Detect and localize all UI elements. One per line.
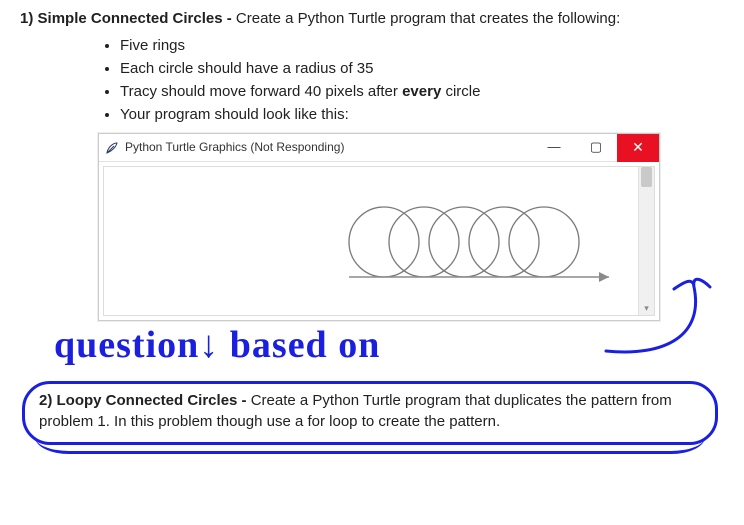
q1-b3-pre: Tracy should move forward 40 pixels afte… <box>120 83 402 100</box>
turtle-circle <box>349 207 419 277</box>
q1-bullet-1: Five rings <box>120 35 724 56</box>
q1-b3-strong: every <box>402 83 441 100</box>
q2-title: Loopy Connected Circles - <box>57 392 247 409</box>
turtle-circle <box>389 207 459 277</box>
q2-number: 2) <box>39 392 52 409</box>
q1-b3-post: circle <box>441 83 480 100</box>
q1-intro: Create a Python Turtle program that crea… <box>236 10 620 27</box>
turtle-circle <box>469 207 539 277</box>
scroll-thumb[interactable] <box>641 167 652 187</box>
question-1: 1) Simple Connected Circles - Create a P… <box>20 8 724 29</box>
window-minimize-button[interactable]: — <box>533 134 575 162</box>
handwriting-text: question↓ based on <box>54 324 380 366</box>
q1-following: Five rings Each circle should have a rad… <box>62 35 724 125</box>
turtle-arrow-head-icon <box>599 272 609 282</box>
window-close-button[interactable]: ✕ <box>617 134 659 162</box>
handwriting-annotation: question↓ based on <box>30 325 730 381</box>
q1-bullet-4: Your program should look like this: <box>120 104 724 125</box>
turtle-circle <box>429 207 499 277</box>
turtle-window-title: Python Turtle Graphics (Not Responding) <box>125 139 344 156</box>
q1-bullet-2: Each circle should have a radius of 35 <box>120 58 724 79</box>
question-2-circled: 2) Loopy Connected Circles - Create a Py… <box>22 381 718 445</box>
handwriting-arrow <box>606 279 710 352</box>
window-maximize-button[interactable]: ▢ <box>575 134 617 162</box>
turtle-titlebar: Python Turtle Graphics (Not Responding) … <box>99 134 659 162</box>
q1-number: 1) <box>20 10 33 27</box>
turtle-feather-icon <box>105 141 119 155</box>
q1-title: Simple Connected Circles - <box>38 10 232 27</box>
turtle-circle <box>509 207 579 277</box>
q1-bullet-3: Tracy should move forward 40 pixels afte… <box>120 81 724 102</box>
